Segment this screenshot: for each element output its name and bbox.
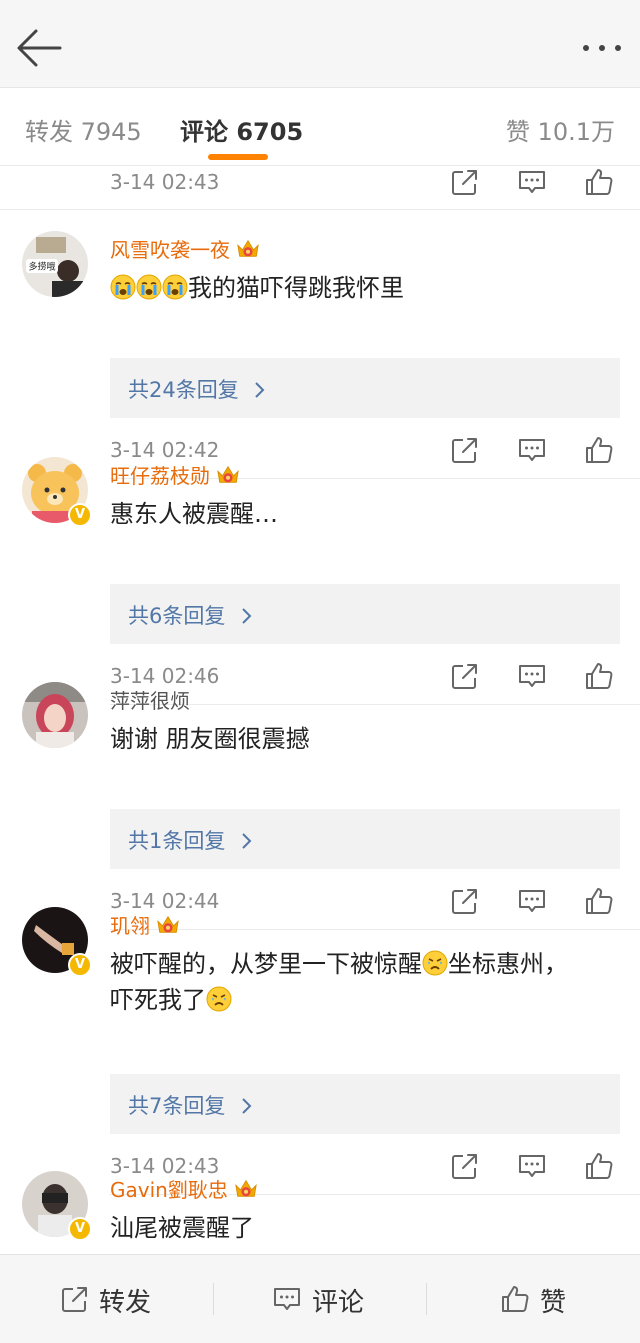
comment-item: 多捞哦 风雪吹袭一夜 我的猫吓得跳我怀里 共24条回复 3-14 02:42 bbox=[0, 210, 640, 479]
comment-label: 评论 bbox=[312, 1288, 365, 1318]
comment-button[interactable]: 评论 bbox=[213, 1255, 426, 1343]
tab-comments[interactable]: 评论 6705 bbox=[180, 112, 303, 147]
comment-text-part: 吓死我了 bbox=[110, 986, 206, 1014]
like-button[interactable]: 赞 bbox=[426, 1255, 639, 1343]
author-name: 风雪吹袭一夜 bbox=[110, 238, 230, 262]
comment-time: 3-14 02:43 bbox=[110, 170, 220, 194]
comment-text-part: 坐标惠州， bbox=[448, 950, 568, 978]
verified-badge: V bbox=[68, 503, 92, 527]
vip-crown-icon bbox=[156, 914, 180, 936]
bottom-action-bar: 转发 评论 赞 bbox=[0, 1254, 640, 1343]
verified-badge: V bbox=[68, 1217, 92, 1241]
replies-link[interactable]: 共6条回复 bbox=[110, 584, 620, 644]
comment-text: 谢谢 朋友圈很震撼 bbox=[110, 725, 310, 753]
chevron-right-icon bbox=[240, 606, 252, 626]
crying-emoji-icon bbox=[422, 950, 448, 976]
comment-author[interactable]: Gavin劉耿忠 bbox=[110, 1174, 258, 1203]
comment-item: V Gavin劉耿忠 汕尾被震醒了 bbox=[0, 1171, 640, 1254]
top-navigation-bar bbox=[0, 0, 640, 88]
more-options-button[interactable] bbox=[578, 30, 626, 66]
thumbs-up-icon[interactable] bbox=[584, 167, 614, 197]
crying-emoji-icon bbox=[136, 274, 162, 300]
comment-icon bbox=[272, 1284, 302, 1314]
tab-likes[interactable]: 赞 10.1万 bbox=[506, 112, 615, 147]
repost-button[interactable]: 转发 bbox=[0, 1255, 213, 1343]
vip-crown-icon bbox=[236, 238, 260, 260]
avatar[interactable]: V bbox=[22, 1171, 92, 1241]
replies-link[interactable]: 共1条回复 bbox=[110, 809, 620, 869]
comment-author[interactable]: 玑翎 bbox=[110, 910, 180, 939]
vip-crown-icon bbox=[216, 464, 240, 486]
comment-feed[interactable]: 3-14 02:43 多捞哦 风雪吹袭一夜 我的猫吓得跳我怀里 共24条回复 3… bbox=[0, 166, 640, 1254]
tab-bar: 转发 7945 评论 6705 赞 10.1万 bbox=[0, 88, 640, 166]
crying-emoji-icon bbox=[162, 274, 188, 300]
comment-author[interactable]: 旺仔荔枝勋 bbox=[110, 460, 240, 489]
replies-count: 共7条回复 bbox=[128, 1094, 226, 1118]
thumbs-up-icon[interactable] bbox=[584, 1151, 614, 1181]
author-name: Gavin劉耿忠 bbox=[110, 1178, 228, 1202]
author-name: 旺仔荔枝勋 bbox=[110, 464, 210, 488]
comment-text: 被吓醒的，从梦里一下被惊醒 坐标惠州， 吓死我了 bbox=[110, 946, 620, 1018]
comment-text: 我的猫吓得跳我怀里 bbox=[110, 270, 620, 306]
back-button[interactable] bbox=[16, 26, 64, 70]
active-tab-indicator bbox=[208, 154, 268, 160]
arrow-left-icon bbox=[17, 29, 62, 67]
comment-text: 惠东人被震醒… bbox=[110, 500, 278, 528]
comment-item: 3-14 02:43 bbox=[0, 166, 640, 210]
tab-repost[interactable]: 转发 7945 bbox=[25, 112, 142, 147]
avatar[interactable]: 多捞哦 bbox=[22, 231, 88, 297]
vip-crown-icon bbox=[234, 1178, 258, 1200]
share-icon[interactable] bbox=[450, 167, 480, 197]
replies-count: 共6条回复 bbox=[128, 604, 226, 628]
comment-icon[interactable] bbox=[517, 167, 547, 197]
avatar[interactable] bbox=[22, 682, 88, 748]
share-icon bbox=[60, 1284, 90, 1314]
crying-emoji-icon bbox=[110, 274, 136, 300]
avatar-badge-text: 多捞哦 bbox=[28, 261, 55, 273]
comment-item: V 旺仔荔枝勋 惠东人被震醒… 共6条回复 3-14 02:46 bbox=[0, 436, 640, 705]
comment-text: 汕尾被震醒了 bbox=[110, 1214, 254, 1242]
avatar[interactable]: V bbox=[22, 907, 92, 977]
comment-text-part: 被吓醒的，从梦里一下被惊醒 bbox=[110, 950, 422, 978]
avatar[interactable]: V bbox=[22, 457, 92, 527]
more-dots-icon bbox=[583, 45, 621, 51]
chevron-right-icon bbox=[240, 831, 252, 851]
share-icon[interactable] bbox=[450, 1151, 480, 1181]
comment-text-body: 我的猫吓得跳我怀里 bbox=[188, 274, 404, 302]
comment-author[interactable]: 萍萍很烦 bbox=[110, 685, 190, 714]
chevron-right-icon bbox=[240, 1096, 252, 1116]
author-name: 玑翎 bbox=[110, 914, 150, 938]
repost-label: 转发 bbox=[99, 1288, 152, 1318]
like-label: 赞 bbox=[540, 1288, 567, 1318]
crying-emoji-icon bbox=[206, 986, 232, 1012]
replies-link[interactable]: 共24条回复 bbox=[110, 358, 620, 418]
chevron-right-icon bbox=[253, 380, 265, 400]
comment-author[interactable]: 风雪吹袭一夜 bbox=[110, 234, 260, 263]
comment-item: 萍萍很烦 谢谢 朋友圈很震撼 共1条回复 3-14 02:44 bbox=[0, 661, 640, 930]
verified-badge: V bbox=[68, 953, 92, 977]
comment-icon[interactable] bbox=[517, 1151, 547, 1181]
thumbs-up-icon bbox=[500, 1284, 530, 1314]
replies-count: 共1条回复 bbox=[128, 829, 226, 853]
comment-item: V 玑翎 被吓醒的，从梦里一下被惊醒 坐标惠州， 吓死我了 共7条回复 3-14 … bbox=[0, 886, 640, 1195]
replies-count: 共24条回复 bbox=[128, 378, 239, 402]
replies-link[interactable]: 共7条回复 bbox=[110, 1074, 620, 1134]
